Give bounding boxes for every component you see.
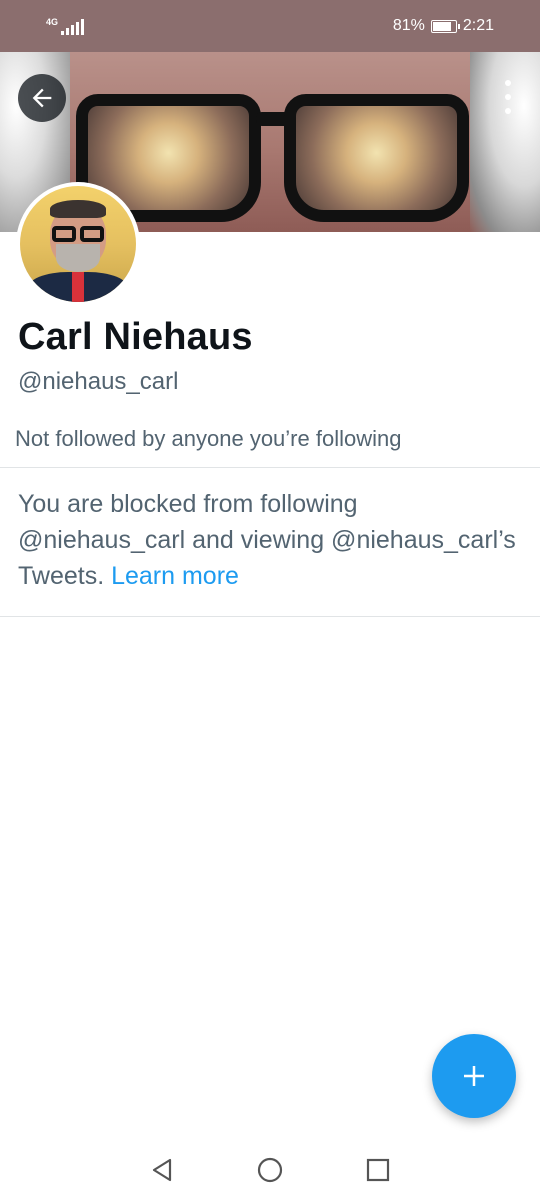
signal-icon xyxy=(61,18,85,35)
triangle-back-icon[interactable] xyxy=(148,1156,176,1184)
more-vertical-icon xyxy=(505,80,511,86)
compose-tweet-button[interactable] xyxy=(432,1034,516,1118)
blocked-notice: You are blocked from following @niehaus_… xyxy=(18,486,528,594)
avatar-image xyxy=(20,186,136,302)
battery-percent: 81% xyxy=(392,17,425,34)
profile-handle: @niehaus_carl xyxy=(18,368,179,395)
divider xyxy=(0,467,540,468)
profile-name: Carl Niehaus xyxy=(18,316,253,358)
avatar[interactable] xyxy=(16,182,140,306)
battery-icon xyxy=(430,19,460,33)
blocked-message: You are blocked from following @niehaus_… xyxy=(18,490,516,590)
network-type: 4G xyxy=(46,16,59,27)
square-recents-icon[interactable] xyxy=(364,1156,392,1184)
arrow-left-icon xyxy=(32,88,52,108)
signal-indicator: 4G xyxy=(46,16,85,35)
status-bar: 4G 81% 2:21 xyxy=(0,0,540,52)
back-button[interactable] xyxy=(18,74,66,122)
more-options-button[interactable] xyxy=(500,80,516,114)
profile-screen: 4G 81% 2:21 Carl Niehaus @niehaus_carl N… xyxy=(0,0,540,1200)
banner-image xyxy=(66,82,506,232)
plus-icon xyxy=(464,1066,484,1086)
learn-more-link[interactable]: Learn more xyxy=(111,562,239,590)
divider xyxy=(0,616,540,617)
circle-home-icon[interactable] xyxy=(256,1156,284,1184)
clock: 2:21 xyxy=(462,17,494,34)
system-navigation-bar xyxy=(0,1140,540,1200)
status-right: 81% 2:21 xyxy=(393,17,494,35)
followed-by-text: Not followed by anyone you’re following xyxy=(15,426,402,451)
